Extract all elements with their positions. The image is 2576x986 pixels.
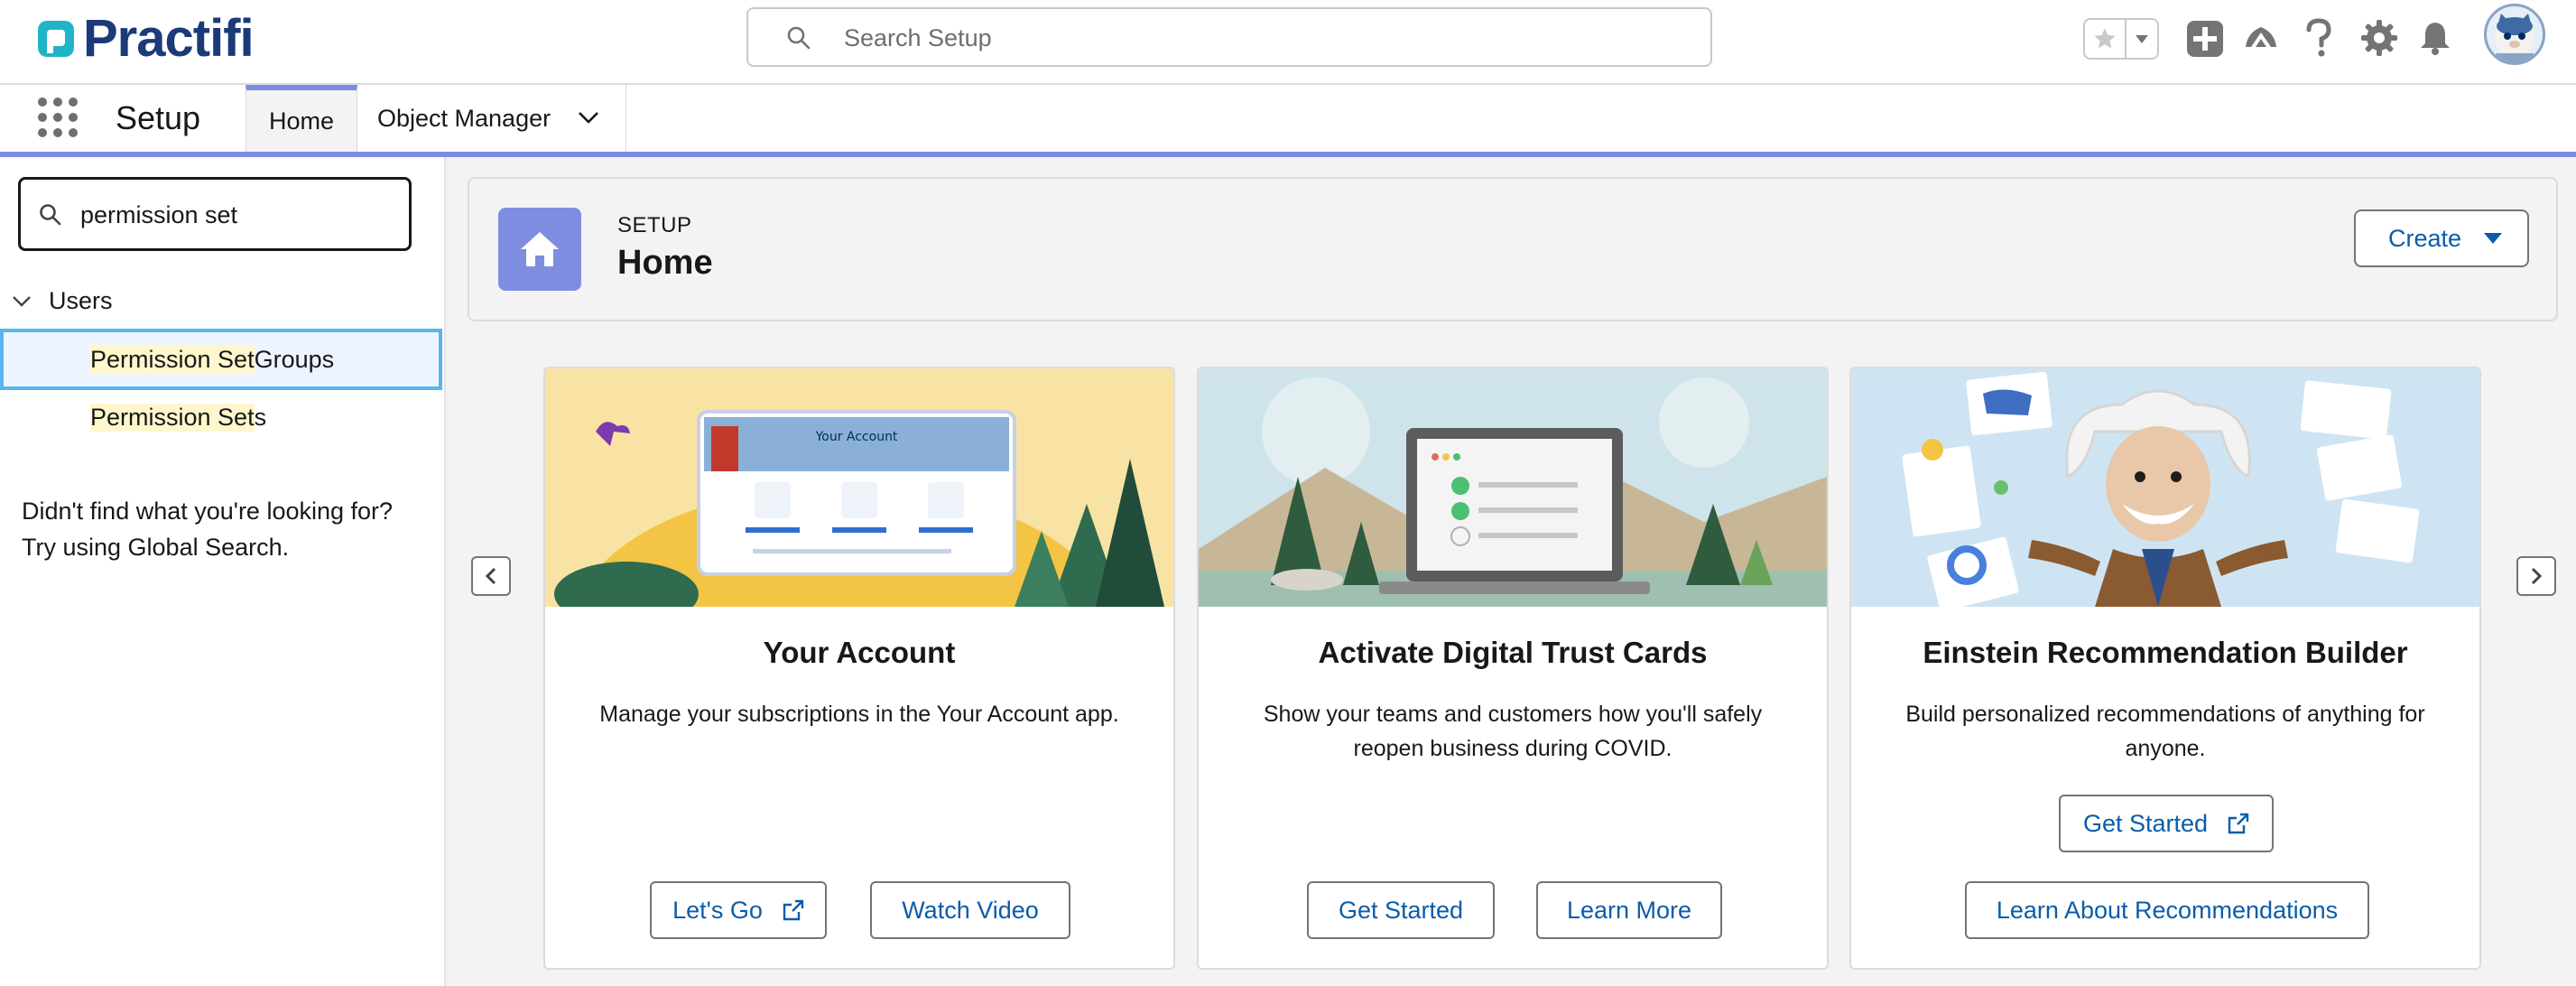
sidebar-item-label: Groups	[254, 345, 335, 373]
button-label: Watch Video	[902, 896, 1039, 924]
search-match-highlight: Permission Set	[90, 345, 255, 374]
brand-name: Practifi	[83, 9, 255, 68]
button-label: Get Started	[1338, 896, 1464, 924]
global-search-hint: Try using Global Search.	[22, 534, 290, 561]
carousel-prev-button[interactable]	[471, 556, 511, 596]
art-caption: Your Account	[815, 430, 898, 444]
tab-object-manager[interactable]: Object Manager	[357, 85, 626, 152]
button-label: Let's Go	[672, 896, 763, 924]
page-header: SETUP Home Create	[468, 177, 2558, 321]
favorites-star-icon[interactable]	[2085, 20, 2127, 58]
external-link-icon	[783, 899, 804, 921]
sidebar-item-permission-set-groups[interactable]: Permission Set Groups	[0, 329, 442, 390]
context-bar: Setup Home Object Manager	[0, 85, 2576, 157]
notifications-bell-icon[interactable]	[2417, 20, 2453, 56]
your-account-illustration: Your Account	[545, 368, 1173, 607]
sidebar-item-permission-sets[interactable]: Permission Set s	[0, 386, 442, 448]
quick-find[interactable]	[18, 177, 412, 251]
quick-find-input[interactable]	[79, 196, 398, 234]
card-description: Show your teams and customers how you'll…	[1263, 702, 1763, 761]
chevron-down-icon[interactable]	[578, 110, 599, 125]
get-started-button[interactable]: Get Started	[2059, 795, 2274, 852]
not-found-hint: Didn't find what you're looking for? Try…	[22, 493, 437, 565]
search-match-highlight: Permission Set	[90, 403, 255, 432]
favorites-dropdown-icon[interactable]	[2127, 20, 2157, 58]
chevron-left-icon	[485, 567, 496, 585]
button-label: Learn More	[1566, 896, 1692, 924]
lets-go-button[interactable]: Let's Go	[650, 881, 827, 939]
digital-trust-cards-illustration	[1199, 368, 1827, 607]
external-link-icon	[2228, 813, 2249, 834]
trailhead-icon[interactable]	[2242, 20, 2280, 58]
search-icon	[787, 26, 811, 50]
practifi-logo-mark-icon	[38, 21, 74, 57]
chevron-right-icon	[2531, 567, 2543, 585]
page-eyebrow: SETUP	[617, 213, 692, 237]
einstein-illustration	[1851, 368, 2479, 607]
app-launcher-icon[interactable]	[38, 98, 78, 137]
global-search[interactable]	[746, 7, 1712, 67]
sidebar-item-label: s	[254, 403, 267, 431]
user-avatar[interactable]	[2484, 4, 2545, 65]
create-button[interactable]: Create	[2354, 209, 2529, 267]
card-your-account: Your Account Your Account Manage your su…	[543, 367, 1175, 970]
card-title: Your Account	[763, 636, 956, 669]
page-title: Home	[617, 244, 713, 282]
setup-sidebar: Users Permission Set Groups Permission S…	[0, 157, 446, 986]
search-icon	[40, 204, 61, 226]
tree-section-users[interactable]: Users	[11, 287, 113, 315]
help-icon[interactable]	[2303, 18, 2334, 58]
global-header: Practifi	[0, 0, 2576, 85]
learn-more-button[interactable]: Learn More	[1536, 881, 1722, 939]
button-label: Learn About Recommendations	[1996, 896, 2339, 924]
app-name: Setup	[116, 99, 201, 136]
not-found-line: Didn't find what you're looking for?	[22, 498, 394, 525]
chevron-down-icon	[13, 295, 31, 307]
carousel-next-button[interactable]	[2516, 556, 2556, 596]
card-description: Build personalized recommendations of an…	[1905, 702, 2425, 761]
favorites-group	[2083, 18, 2159, 60]
setup-gear-icon[interactable]	[2359, 18, 2399, 58]
practifi-logo[interactable]: Practifi	[36, 9, 255, 68]
chevron-down-icon	[2484, 233, 2503, 244]
create-button-label: Create	[2388, 224, 2462, 252]
astro-avatar-icon	[2495, 14, 2534, 62]
learn-about-recommendations-button[interactable]: Learn About Recommendations	[1965, 881, 2369, 939]
tab-object-manager-label: Object Manager	[377, 104, 551, 132]
tab-home[interactable]: Home	[246, 85, 357, 152]
card-title: Activate Digital Trust Cards	[1318, 636, 1708, 669]
global-search-input[interactable]	[842, 18, 1658, 58]
card-description: Manage your subscriptions in the Your Ac…	[599, 702, 1119, 727]
home-icon	[498, 208, 581, 291]
setup-home-main: SETUP Home Create Your Account Your Acco…	[446, 157, 2576, 986]
card-digital-trust-cards: Activate Digital Trust Cards Show your t…	[1197, 367, 1829, 970]
card-einstein-recommendation-builder: Einstein Recommendation Builder Build pe…	[1849, 367, 2481, 970]
card-title: Einstein Recommendation Builder	[1923, 636, 2408, 669]
get-started-button[interactable]: Get Started	[1307, 881, 1495, 939]
global-actions-icon[interactable]	[2186, 20, 2224, 58]
tree-section-label: Users	[49, 287, 113, 314]
button-label: Get Started	[2082, 809, 2209, 837]
watch-video-button[interactable]: Watch Video	[870, 881, 1070, 939]
